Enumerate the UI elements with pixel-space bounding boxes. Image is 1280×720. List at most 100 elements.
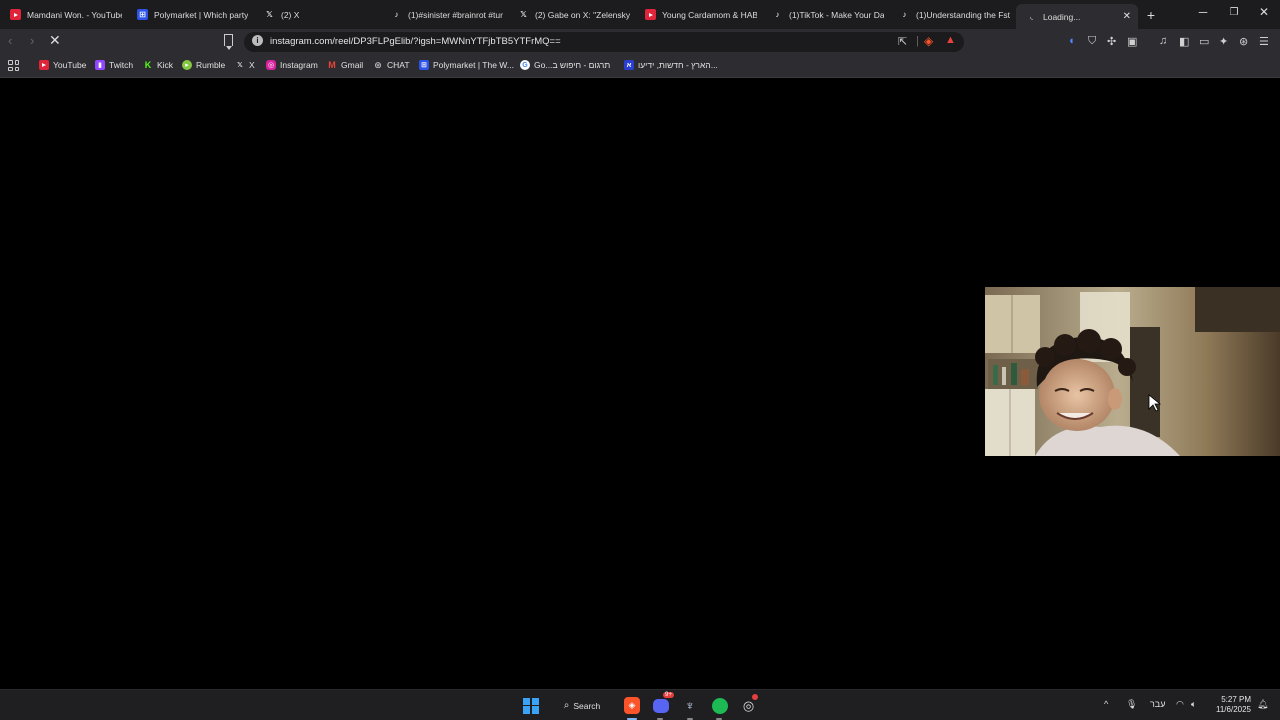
bookmark-haaretz[interactable]: א הארץ - חדשות, ידיעו... xyxy=(624,60,718,70)
tab-mamdani-youtube[interactable]: Mamdani Won. - YouTube xyxy=(0,0,127,29)
volume-icon[interactable]: 🔈︎ xyxy=(1191,699,1196,710)
bookmark-label: Kick xyxy=(157,60,174,70)
taskbar-search-button[interactable]: ⌕ Search xyxy=(556,697,608,714)
polymarket-icon: ⊞ xyxy=(419,60,429,70)
chatgpt-icon: ⊛ xyxy=(374,59,382,70)
tab-polymarket[interactable]: ⊞ Polymarket | Which party xyxy=(127,0,254,29)
rumble-icon: ▸ xyxy=(182,60,192,70)
bookmark-polymarket[interactable]: ⊞ Polymarket | The W... xyxy=(419,60,514,70)
close-window-icon[interactable]: ✕ xyxy=(1256,5,1272,19)
bookmark-label: YouTube xyxy=(53,60,87,70)
taskbar-clock[interactable]: 5:27 PM 11/6/2025 xyxy=(1216,695,1251,715)
clock-time: 5:27 PM xyxy=(1221,695,1251,704)
tab-label: (1)Understanding the Fst xyxy=(916,9,1011,20)
tab-label: (1)TikTok - Make Your Day xyxy=(789,9,884,20)
discord-taskbar-button[interactable]: 9+ xyxy=(653,692,674,714)
back-icon[interactable]: ‹ xyxy=(8,33,12,48)
close-tab-icon[interactable]: ✕ xyxy=(1123,11,1131,22)
browser-toolbar: ‹ › ✕ i instagram.com/reel/DP3FLPgElib/?… xyxy=(0,29,1280,55)
x-icon: 𝕏 xyxy=(520,10,527,19)
separator: | xyxy=(916,35,919,47)
url-text[interactable]: instagram.com/reel/DP3FLPgElib/?igsh=MWN… xyxy=(270,36,561,47)
search-icon: ⌕ xyxy=(563,700,570,711)
input-language[interactable]: עבר xyxy=(1150,699,1165,709)
webcam-feed-image xyxy=(985,287,1280,456)
clock-date: 11/6/2025 xyxy=(1216,705,1251,714)
bookmark-x[interactable]: 𝕏 X xyxy=(235,60,255,70)
twitch-icon: ▮ xyxy=(95,60,105,70)
bookmark-gmail[interactable]: M Gmail xyxy=(327,60,363,70)
tab-tiktok-make-your-day[interactable]: ♪ (1)TikTok - Make Your Day xyxy=(762,0,889,29)
new-tab-icon[interactable]: + xyxy=(1144,7,1158,23)
youtube-icon xyxy=(645,9,656,20)
bookmark-label: Instagram xyxy=(280,60,318,70)
bookmark-twitch[interactable]: ▮ Twitch xyxy=(95,60,133,70)
tab-understanding[interactable]: ♪ (1)Understanding the Fst xyxy=(889,0,1016,29)
tab-label: Polymarket | Which party xyxy=(154,9,249,20)
tab-label: Mamdani Won. - YouTube xyxy=(27,9,122,20)
shield-extension-icon[interactable]: ⛉ xyxy=(1088,35,1096,48)
tiktok-icon: ♪ xyxy=(394,10,399,19)
tab-gabe-on-x[interactable]: 𝕏 (2) Gabe on X: "Zelensky's xyxy=(508,0,635,29)
leo-ai-icon[interactable]: ✦ xyxy=(1219,35,1228,48)
tab-young-cardamom[interactable]: Young Cardamom & HAB xyxy=(635,0,762,29)
sidepanel-extension-icon[interactable]: ▣ xyxy=(1127,35,1137,48)
spotify-icon xyxy=(711,697,728,714)
gmail-icon: M xyxy=(328,60,336,70)
discord-icon xyxy=(653,698,669,713)
bookmark-label: Go...תרגום - חיפוש ב xyxy=(534,60,611,70)
tab-tiktok-sinister[interactable]: ♪ (1)#sinister #brainrot #tur xyxy=(381,0,508,29)
apps-grid-icon[interactable] xyxy=(8,60,19,71)
bookmark-rumble[interactable]: ▸ Rumble xyxy=(182,60,225,70)
bookmark-chat[interactable]: ⊛ CHAT xyxy=(373,59,410,71)
start-button[interactable] xyxy=(523,697,539,714)
youtube-icon xyxy=(10,9,21,20)
bookmark-youtube[interactable]: YouTube xyxy=(39,60,86,70)
loading-spinner-icon: ◟ xyxy=(1029,12,1034,21)
menu-icon[interactable]: ☰ xyxy=(1259,35,1269,48)
tab-loading-active[interactable]: ◟ Loading... ✕ xyxy=(1016,4,1138,29)
app-icon-with-badge[interactable]: ◎ xyxy=(740,694,758,714)
restore-icon[interactable]: ❐ xyxy=(1226,7,1242,18)
haaretz-icon: א xyxy=(624,60,634,70)
bookmark-label: Polymarket | The W... xyxy=(433,60,514,70)
bookmark-icon[interactable] xyxy=(224,34,233,50)
bookmark-google-translate[interactable]: G Go...תרגום - חיפוש ב xyxy=(520,60,610,70)
spotify-taskbar-button[interactable] xyxy=(711,697,728,714)
tab-x[interactable]: 𝕏 (2) X xyxy=(254,0,381,29)
brave-browser-icon[interactable]: ◈ xyxy=(624,697,640,714)
bookmark-label: Gmail xyxy=(341,60,364,70)
notifications-bell-icon[interactable]: 🔔︎ xyxy=(1257,699,1268,710)
sidebar-icon[interactable]: ◧ xyxy=(1179,35,1189,48)
bookmark-label: CHAT xyxy=(387,60,410,70)
tiktok-icon: ♪ xyxy=(775,10,780,19)
media-controls-icon[interactable]: ♫ xyxy=(1159,35,1167,47)
brave-shields-icon[interactable]: ◈ xyxy=(924,34,933,48)
show-hidden-icons-chevron-icon[interactable]: ^ xyxy=(1104,699,1108,709)
extensions-icon[interactable]: ✣ xyxy=(1107,35,1116,48)
tab-label: (1)#sinister #brainrot #tur xyxy=(408,9,503,20)
stop-loading-icon[interactable]: ✕ xyxy=(49,32,61,49)
minimize-icon[interactable]: ─ xyxy=(1195,5,1211,19)
speechreader-icon[interactable]: ◖ xyxy=(1068,35,1075,47)
tiktok-icon: ♪ xyxy=(902,10,907,19)
steam-icon[interactable]: ♆ xyxy=(682,697,698,714)
badge-dot xyxy=(752,694,758,700)
bookmark-kick[interactable]: K Kick xyxy=(143,60,173,70)
x-icon: 𝕏 xyxy=(266,10,273,19)
vpn-icon[interactable]: ⊛ xyxy=(1239,35,1248,48)
address-bar[interactable]: i instagram.com/reel/DP3FLPgElib/?igsh=M… xyxy=(244,32,964,52)
bookmark-label: Rumble xyxy=(196,60,226,70)
bookmark-instagram[interactable]: ◎ Instagram xyxy=(266,60,318,70)
windows-taskbar: ⌕ Search ◈ 9+ ♆ ◎ ^ 🎙︎ עבר ◠ 🔈︎ 5:27 PM … xyxy=(0,689,1280,720)
brave-rewards-icon[interactable]: ▲ xyxy=(945,34,956,46)
wallet-icon[interactable]: ▭ xyxy=(1199,35,1209,48)
forward-icon[interactable]: › xyxy=(30,33,34,48)
bookmarks-bar: YouTube ▮ Twitch K Kick ▸ Rumble 𝕏 X ◎ I… xyxy=(0,55,1280,78)
wifi-icon[interactable]: ◠ xyxy=(1176,699,1184,710)
bookmark-label: Twitch xyxy=(109,60,134,70)
microphone-icon[interactable]: 🎙︎ xyxy=(1126,699,1137,710)
tab-label: (2) X xyxy=(281,9,300,20)
site-info-icon[interactable]: i xyxy=(252,35,263,46)
share-icon[interactable]: ⇱ xyxy=(898,35,907,48)
